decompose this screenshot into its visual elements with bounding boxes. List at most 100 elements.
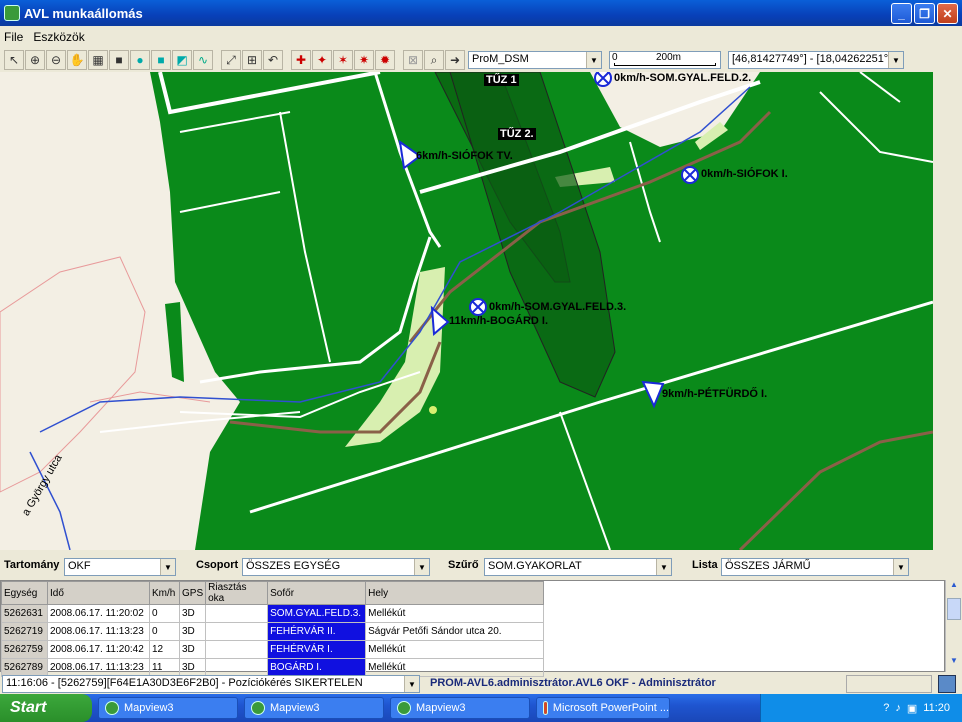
zone-label-1: TŰZ 1 (484, 74, 519, 86)
menu-file[interactable]: File (4, 30, 23, 44)
table-row[interactable]: 5262631 2008.06.17. 11:20:02 0 3D SOM.GY… (1, 604, 545, 623)
stopped-unit-icon[interactable] (594, 72, 612, 87)
toolbar: ↖ ⊕ ⊖ ✋ ▦ ■ ● ■ ◩ ∿ ⤢ ⊞ ↶ ✚ ✦ ✶ ✷ ✹ ⊠ ⌕ … (0, 48, 962, 72)
fit-extent-icon[interactable]: ⤢ (221, 50, 241, 70)
mapview-icon (251, 701, 265, 715)
cell-gps: 3D (178, 640, 207, 659)
territory-value: OKF (68, 560, 91, 572)
chevron-down-icon: ▼ (160, 559, 175, 575)
rectangle-tool-icon[interactable]: ■ (151, 50, 171, 70)
unit-label[interactable]: 6km/h-SIÓFOK TV. (416, 150, 513, 162)
cell-driver: FEHÉRVÁR II. (267, 622, 367, 641)
minimize-button[interactable]: _ (891, 3, 912, 24)
cell-alarm (205, 640, 269, 659)
disabled-tool-icon[interactable]: ⊠ (403, 50, 423, 70)
scroll-thumb[interactable] (947, 598, 961, 620)
start-label: Start (10, 699, 47, 716)
arrow-right-icon[interactable]: ➜ (445, 50, 465, 70)
start-button[interactable]: Start (0, 694, 92, 722)
volume-icon[interactable]: ♪ (895, 702, 901, 714)
unit-label[interactable]: 0km/h-SOM.GYAL.FELD.3. (489, 301, 626, 313)
unit-label[interactable]: 9km/h-PÉTFÜRDŐ I. (662, 388, 767, 400)
select-pointer-icon[interactable]: ↖ (4, 50, 24, 70)
column-header-alarm[interactable]: Riasztás oka (205, 581, 269, 605)
forest-track (559, 411, 611, 550)
column-header-time[interactable]: Idő (47, 581, 150, 605)
vehicle-tool-5-icon[interactable]: ✹ (375, 50, 395, 70)
zoom-out-icon[interactable]: ⊖ (46, 50, 66, 70)
cell-time: 2008.06.17. 11:20:42 (47, 640, 150, 659)
vehicle-tool-3-icon[interactable]: ✶ (333, 50, 353, 70)
message-log-select[interactable]: 11:16:06 - [5262759][F64E1A30D3E6F2B0] -… (2, 675, 420, 693)
group-select[interactable]: ÖSSZES EGYSÉG ▼ (242, 558, 430, 576)
chevron-down-icon: ▼ (586, 52, 601, 68)
polygon-tool-icon[interactable]: ◩ (172, 50, 192, 70)
column-header-gps[interactable]: GPS (178, 581, 207, 605)
center-icon[interactable]: ⊞ (242, 50, 262, 70)
cell-gps: 3D (178, 604, 207, 623)
layer-select[interactable]: ProM_DSM ▼ (468, 51, 602, 69)
moving-unit-icon[interactable] (641, 380, 665, 409)
table-row[interactable]: 5262719 2008.06.17. 11:13:23 0 3D FEHÉRV… (1, 622, 545, 641)
map-view[interactable]: TŰZ 1 TŰZ 2. 0km/h-SOM.GYAL.FELD.2. 6km/… (0, 72, 933, 550)
task-button[interactable]: Mapview3 (390, 697, 530, 719)
group-label: Csoport (196, 559, 239, 571)
table-row[interactable]: 5262759 2008.06.17. 11:20:42 12 3D FEHÉR… (1, 640, 545, 659)
fire-zone-2 (449, 72, 616, 398)
grid-icon[interactable]: ▦ (88, 50, 108, 70)
close-button[interactable]: ✕ (937, 3, 958, 24)
powerpoint-icon (543, 701, 548, 715)
unit-label[interactable]: 0km/h-SOM.GYAL.FELD.2. (614, 72, 751, 84)
task-button[interactable]: Microsoft PowerPoint ... (536, 697, 670, 719)
undo-view-icon[interactable]: ↶ (263, 50, 283, 70)
scroll-up-icon[interactable]: ▲ (946, 580, 962, 596)
territory-select[interactable]: OKF ▼ (64, 558, 176, 576)
maximize-button[interactable]: ❐ (914, 3, 935, 24)
scale-label: 200m (656, 52, 682, 63)
road (158, 72, 381, 115)
column-header-unit[interactable]: Egység (1, 581, 48, 605)
vehicle-tool-2-icon[interactable]: ✦ (312, 50, 332, 70)
vehicle-tool-4-icon[interactable]: ✷ (354, 50, 374, 70)
binoculars-icon[interactable]: ⌕ (424, 50, 444, 70)
meadow-area (345, 267, 445, 447)
forest-track (179, 111, 291, 133)
list-select[interactable]: ÖSSZES JÁRMŰ ▼ (721, 558, 909, 576)
task-button[interactable]: Mapview3 (244, 697, 384, 719)
network-icon[interactable] (938, 675, 956, 693)
column-header-location[interactable]: Hely (365, 581, 545, 605)
message-log-value: 11:16:06 - [5262759][F64E1A30D3E6F2B0] -… (6, 677, 363, 689)
unit-label[interactable]: 0km/h-SIÓFOK I. (701, 168, 788, 180)
coordinate-display[interactable]: [46,81427749°] - [18,04262251°] ▼ (728, 51, 904, 69)
help-icon[interactable]: ? (883, 702, 889, 714)
zoom-in-icon[interactable]: ⊕ (25, 50, 45, 70)
layer-select-value: ProM_DSM (472, 53, 529, 65)
stopped-unit-icon[interactable] (681, 166, 699, 184)
vehicle-tool-1-icon[interactable]: ✚ (291, 50, 311, 70)
vehicle-table: Egység Idő Km/h GPS Riasztás oka Sofőr H… (0, 580, 945, 677)
filter-select[interactable]: SOM.GYAKORLAT ▼ (484, 558, 672, 576)
column-header-speed[interactable]: Km/h (149, 581, 180, 605)
task-label: Microsoft PowerPoint ... (552, 702, 669, 714)
column-header-driver[interactable]: Sofőr (267, 581, 367, 605)
chevron-down-icon: ▼ (893, 559, 908, 575)
line-tool-icon[interactable]: ∿ (193, 50, 213, 70)
menu-bar: File Eszközök (0, 26, 962, 48)
network-tray-icon[interactable]: ▣ (907, 702, 917, 715)
stopped-unit-icon[interactable] (469, 298, 487, 316)
menu-tools[interactable]: Eszközök (33, 30, 84, 44)
square-tool-icon[interactable]: ■ (109, 50, 129, 70)
table-scrollbar[interactable]: ▲ ▼ (945, 580, 962, 672)
forest-track (859, 72, 901, 103)
circle-tool-icon[interactable]: ● (130, 50, 150, 70)
window-title: AVL munkaállomás (24, 5, 143, 21)
clock[interactable]: 11:20 (923, 702, 950, 714)
scale-bar: 0 200m (609, 51, 721, 69)
scroll-down-icon[interactable]: ▼ (946, 656, 962, 672)
pan-hand-icon[interactable]: ✋ (67, 50, 87, 70)
task-button[interactable]: Mapview3 (98, 697, 238, 719)
cell-alarm (205, 622, 269, 641)
cell-unit: 5262719 (1, 622, 48, 641)
unit-label[interactable]: 11km/h-BOGÁRD I. (449, 315, 548, 327)
cell-unit: 5262759 (1, 640, 48, 659)
